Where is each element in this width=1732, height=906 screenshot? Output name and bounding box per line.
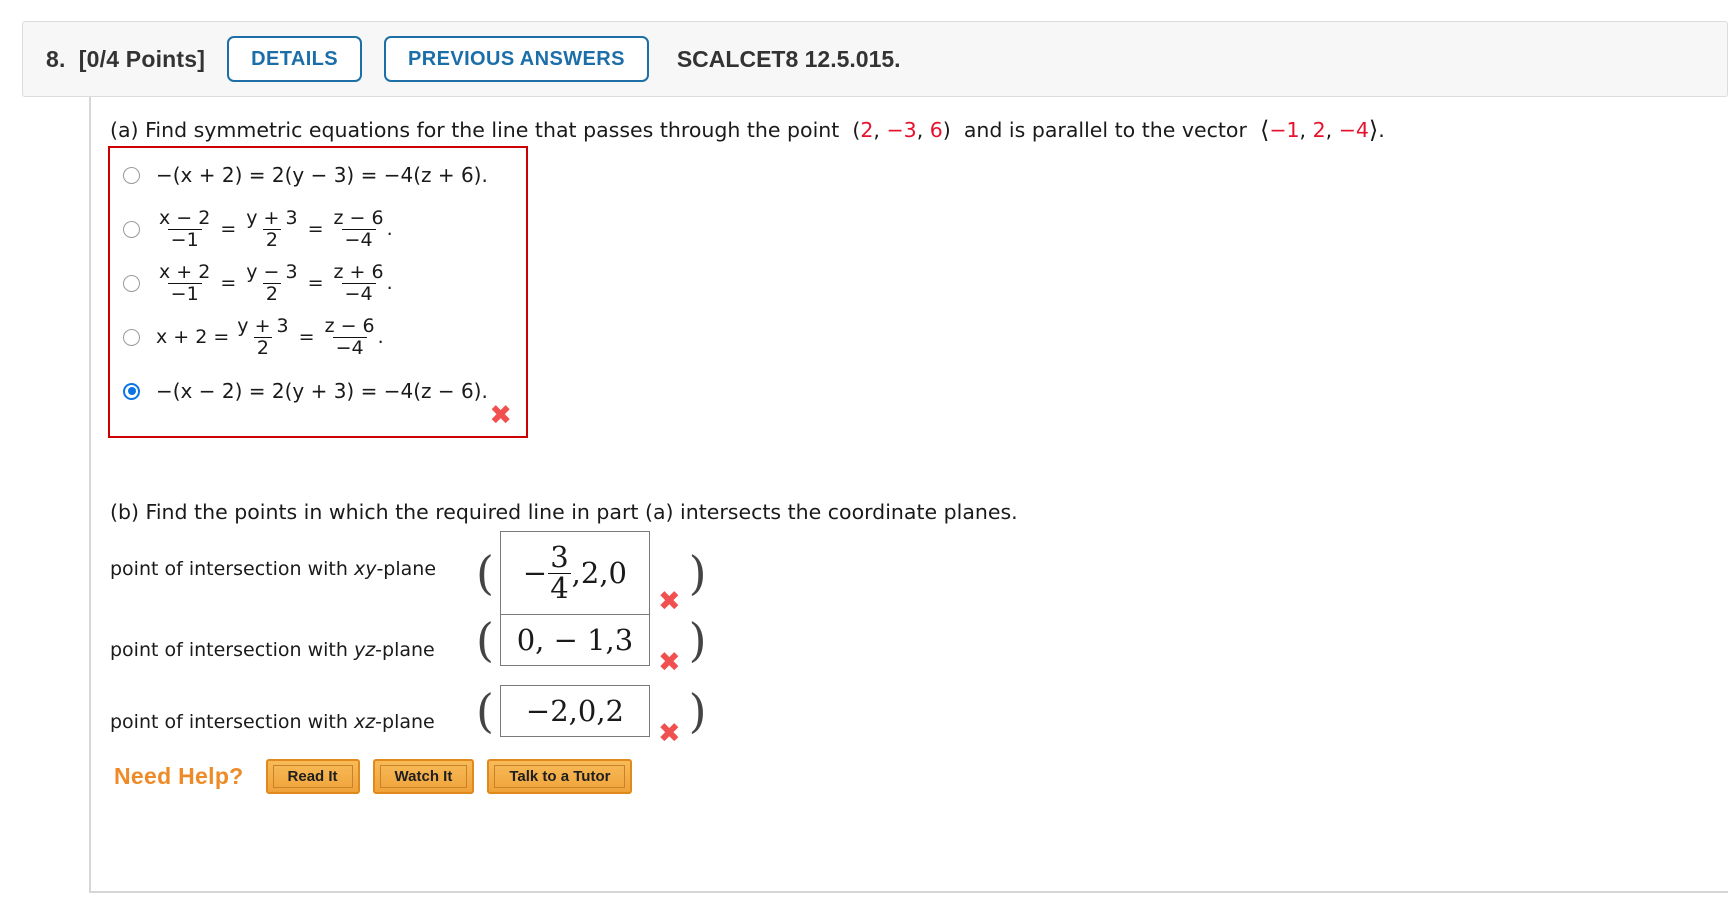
part-a-prompt-mid: and is parallel to the vector [963,118,1247,142]
fraction: y + 32 [246,207,298,251]
open-paren: ( [476,613,494,667]
incorrect-x-icon: ✖ [657,586,681,617]
incorrect-x-icon: ✖ [657,647,681,678]
choice-option-4[interactable]: x + 2 = y + 32 = z − 6 −4 . [110,310,526,364]
answer-input-xy-plane[interactable]: −3 4,2,0 [499,531,650,615]
question-header: 8. [0/4 Points] DETAILS PREVIOUS ANSWERS… [22,21,1728,97]
fraction: 34 [548,539,571,605]
question-page: 8. [0/4 Points] DETAILS PREVIOUS ANSWERS… [0,0,1732,906]
choice-option-2[interactable]: x − 2 −1 = y + 32 = z − 6 −4 . [110,202,526,256]
read-it-button[interactable]: Read It [265,759,360,794]
question-body: (a) Find symmetric equations for the lin… [89,97,1728,893]
choice-option-5[interactable]: −(x − 2) = 2(y + 3) = −4(z − 6). [110,364,526,418]
answer-group-xz-plane: ( −2,0,2 ✖ ) [476,684,707,747]
answer-choices-group: −(x + 2) = 2(y − 3) = −4(z + 6). x − 2 −1… [108,146,528,438]
answer-input-xz-plane[interactable]: −2,0,2 [499,685,650,737]
question-number: 8. [0/4 Points] [46,45,206,72]
label-xz-plane: point of intersection with xz-plane [110,711,435,733]
radio-choice-5[interactable] [123,382,140,400]
radio-choice-1[interactable] [123,166,140,184]
close-paren: ) [688,546,707,600]
choice-option-1[interactable]: −(x + 2) = 2(y − 3) = −4(z + 6). [110,148,526,202]
open-paren: ( [476,684,494,738]
answer-group-yz-plane: ( 0, − 1,3 ✖ ) [476,613,707,676]
answer-group-xy-plane: ( −3 4,2,0 ✖ ) [476,531,707,615]
fraction: y + 32 [237,315,289,359]
textbook-source-code: SCALCET8 12.5.015. [676,45,901,72]
given-vector: ⟨−1, 2, −4⟩ [1259,116,1379,144]
details-button[interactable]: DETAILS [227,36,363,82]
part-a-prompt-lead: (a) Find symmetric equations for the lin… [110,118,840,142]
open-paren: ( [476,546,494,600]
fraction: y − 32 [246,261,298,305]
watch-it-button[interactable]: Watch It [372,759,475,794]
choice-2-label: x − 2 −1 = y + 32 = z − 6 −4 . [156,208,393,249]
given-point: (2, −3, 6) [852,118,951,142]
part-b-prompt: (b) Find the points in which the require… [110,500,1018,524]
fraction: z − 6 −4 [324,315,375,359]
choice-3-label: x + 2 −1 = y − 32 = z + 6 −4 . [156,262,393,303]
incorrect-x-icon: ✖ [489,400,512,431]
need-help-label: Need Help? [114,763,244,789]
fraction: x − 2 −1 [159,207,211,251]
incorrect-x-icon: ✖ [657,718,681,749]
choice-1-label: −(x + 2) = 2(y − 3) = −4(z + 6). [156,163,488,187]
fraction: z + 6 −4 [333,261,384,305]
close-paren: ) [688,613,707,667]
talk-to-a-tutor-button-label: Talk to a Tutor [494,765,626,788]
label-xy-plane: point of intersection with xy-plane [110,558,437,580]
answer-input-yz-plane[interactable]: 0, − 1,3 [499,614,650,666]
radio-choice-2[interactable] [123,220,140,238]
close-paren: ) [688,684,707,738]
read-it-button-label: Read It [272,765,353,788]
label-yz-plane: point of intersection with yz-plane [110,639,435,661]
watch-it-button-label: Watch It [379,765,468,788]
fraction: z − 6 −4 [333,207,384,251]
previous-answers-button[interactable]: PREVIOUS ANSWERS [384,36,649,82]
choice-5-label: −(x − 2) = 2(y + 3) = −4(z − 6). [156,379,488,403]
radio-choice-3[interactable] [123,274,140,292]
fraction: x + 2 −1 [159,261,211,305]
talk-to-a-tutor-button[interactable]: Talk to a Tutor [487,759,633,794]
need-help-section: Need Help? Read It Watch It Talk to a Tu… [114,759,645,794]
choice-4-label: x + 2 = y + 32 = z − 6 −4 . [156,315,384,359]
choice-option-3[interactable]: x + 2 −1 = y − 32 = z + 6 −4 . [110,256,526,310]
part-a-prompt: (a) Find symmetric equations for the lin… [110,116,1385,144]
radio-choice-4[interactable] [123,328,140,346]
